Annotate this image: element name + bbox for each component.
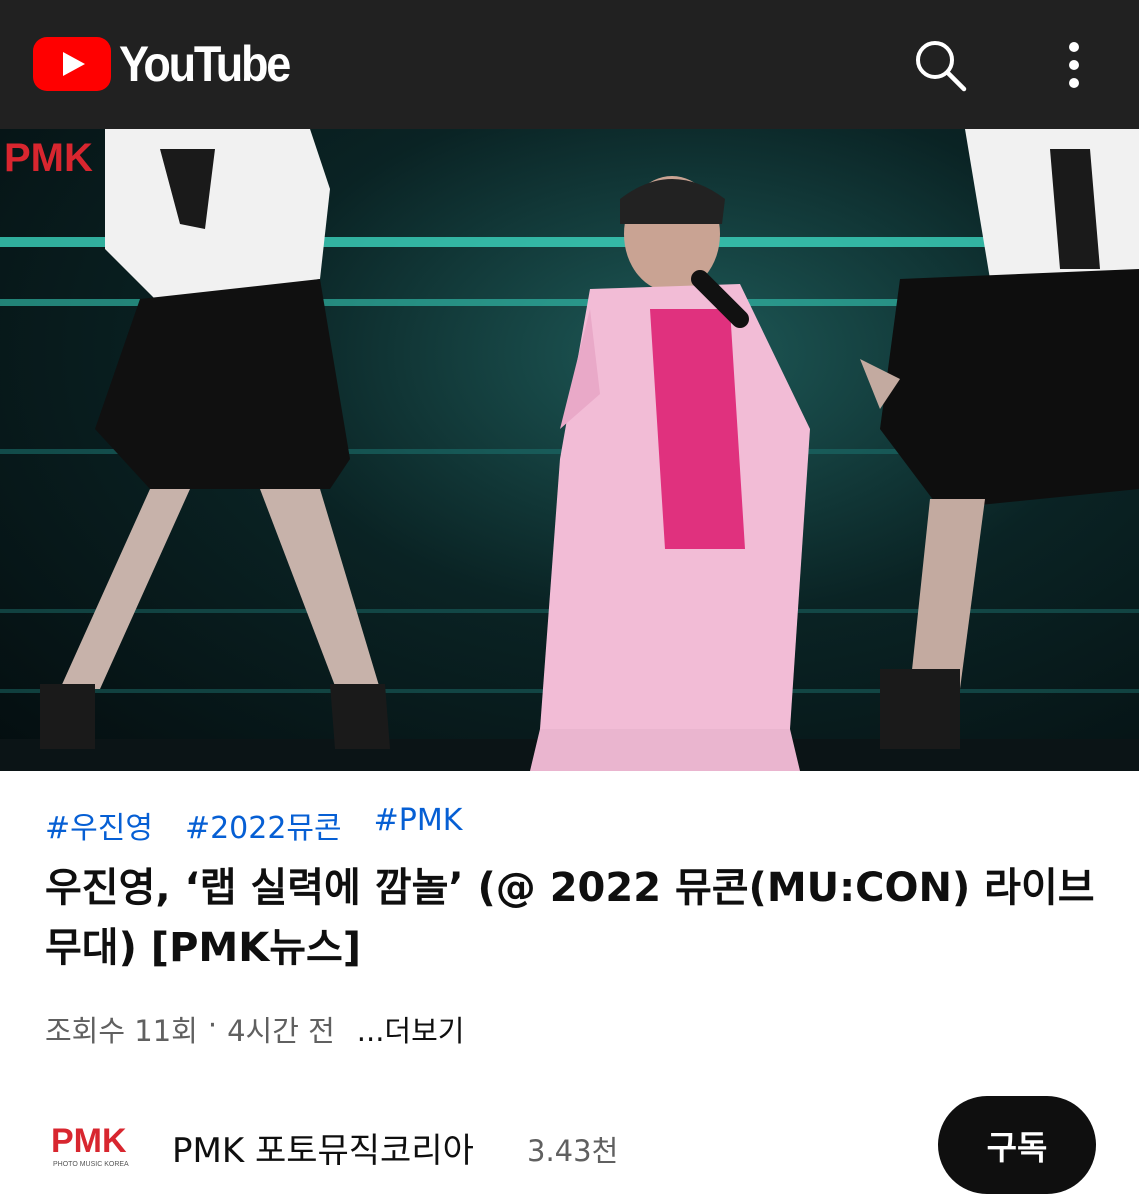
youtube-play-icon bbox=[33, 37, 111, 91]
video-meta[interactable]: 조회수 11회 · 4시간 전 ...더보기 bbox=[45, 1008, 464, 1050]
upload-age: 4시간 전 bbox=[227, 1014, 335, 1048]
more-vert-icon bbox=[1069, 42, 1079, 88]
more-options-button[interactable] bbox=[1054, 35, 1094, 95]
youtube-logo[interactable]: YouTube bbox=[33, 35, 308, 93]
search-icon bbox=[916, 41, 967, 92]
video-title[interactable]: 우진영, ‘랩 실력에 깜놀’ (@ 2022 뮤콘(MU:CON) 라이브 무… bbox=[45, 858, 1105, 978]
center-performer bbox=[530, 176, 810, 771]
view-count: 조회수 11회 bbox=[45, 1014, 198, 1048]
channel-logo-subtext: PHOTO MUSIC KOREA bbox=[53, 1161, 129, 1168]
search-button[interactable] bbox=[910, 35, 970, 95]
youtube-wordmark: YouTube bbox=[119, 36, 291, 92]
channel-logo-text: PMK bbox=[51, 1122, 127, 1160]
hashtag-link[interactable]: #PMK bbox=[374, 803, 463, 847]
watermark-text: PMK bbox=[4, 136, 93, 180]
hashtag-link[interactable]: #2022뮤콘 bbox=[185, 803, 342, 847]
subscribe-button[interactable]: 구독 bbox=[938, 1096, 1096, 1194]
hashtag-row: #우진영 #2022뮤콘 #PMK bbox=[45, 803, 462, 847]
channel-avatar[interactable]: PMK PHOTO MUSIC KOREA bbox=[45, 1120, 140, 1172]
pmk-watermark-logo: PMK bbox=[4, 136, 93, 180]
more-description-link[interactable]: ...더보기 bbox=[357, 1008, 465, 1050]
top-app-bar: YouTube bbox=[0, 0, 1139, 129]
channel-name[interactable]: PMK 포토뮤직코리아 bbox=[172, 1123, 474, 1172]
video-player[interactable]: PMK bbox=[0, 129, 1139, 771]
right-dancer bbox=[860, 129, 1139, 749]
hashtag-link[interactable]: #우진영 bbox=[45, 803, 153, 847]
subscriber-count: 3.43천 bbox=[527, 1134, 619, 1168]
video-frame-illustration bbox=[0, 129, 1139, 771]
left-dancer bbox=[40, 129, 390, 749]
meta-separator: · bbox=[207, 1008, 218, 1042]
